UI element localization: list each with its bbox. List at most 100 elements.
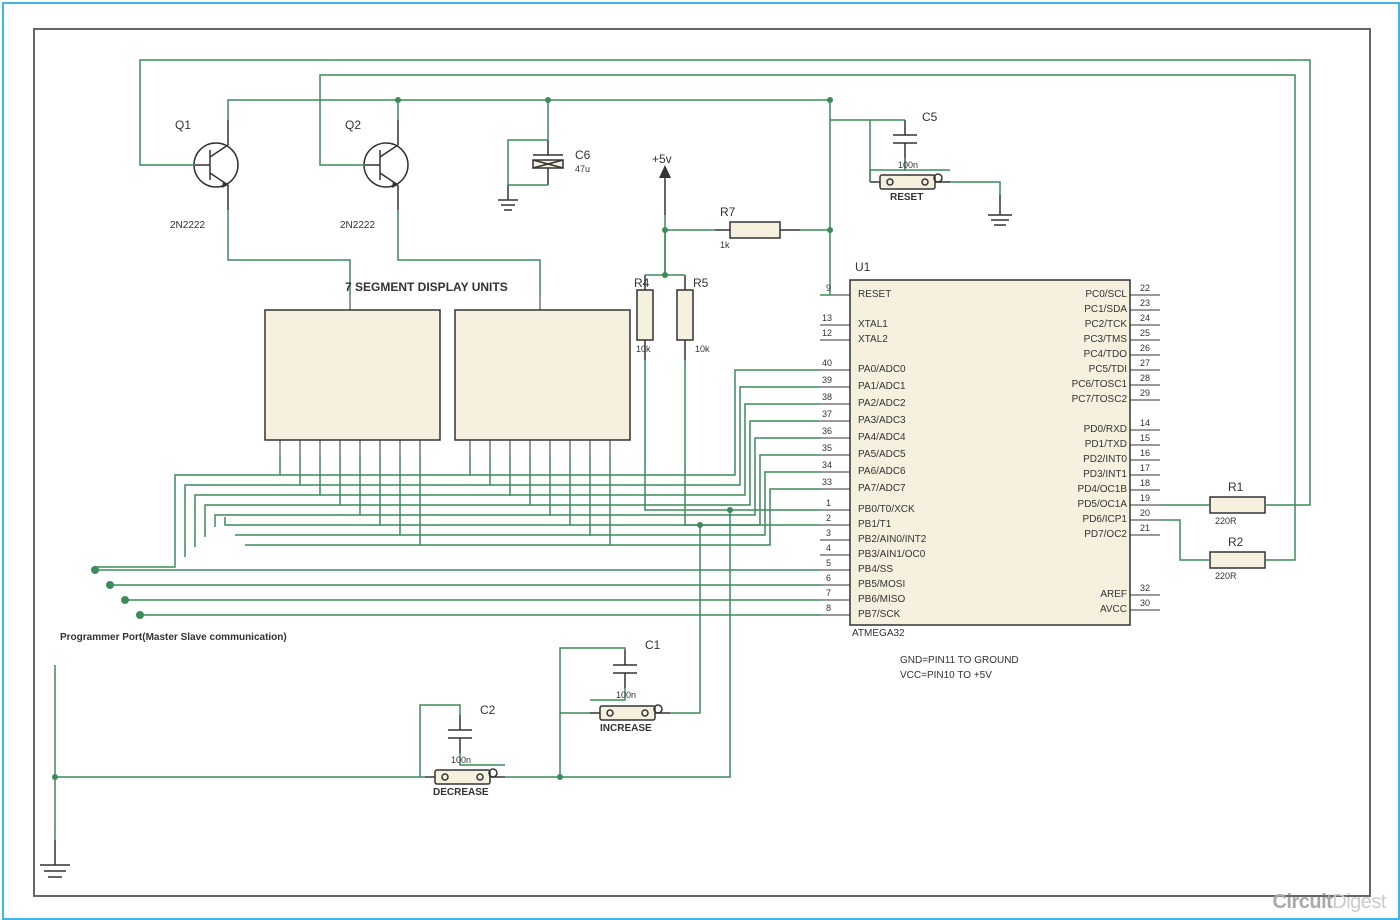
pin-PA2: PA2/ADC2	[858, 398, 906, 409]
r5-ref: R5	[693, 276, 708, 290]
pn37: 37	[822, 409, 832, 419]
r7-ref: R7	[720, 205, 735, 219]
pin-PD7: PD7/OC2	[1072, 529, 1127, 540]
button-decrease	[425, 769, 505, 784]
pn7: 7	[826, 588, 831, 598]
pn21: 21	[1140, 523, 1150, 533]
q1-type: 2N2222	[170, 220, 205, 231]
plus5v	[659, 165, 671, 215]
seg-right-pins	[470, 440, 610, 455]
pin-PD4: PD4/OC1B	[1065, 484, 1127, 495]
c1-ref: C1	[645, 638, 660, 652]
mcu-left-pins	[820, 295, 850, 615]
c5-val: 100n	[898, 160, 918, 170]
cap-c1	[613, 650, 637, 688]
c1-val: 100n	[616, 690, 636, 700]
gnd-note: GND=PIN11 TO GROUND	[900, 655, 1019, 666]
pn14: 14	[1140, 418, 1150, 428]
pin-PA1: PA1/ADC1	[858, 381, 906, 392]
pin-PA7: PA7/ADC7	[858, 483, 906, 494]
watermark: CircuitDigest	[1272, 891, 1386, 914]
res-r5	[677, 275, 693, 360]
button-increase	[590, 705, 670, 720]
pin-PB3: PB3/AIN1/OC0	[858, 549, 925, 560]
pin-PD2: PD2/INT0	[1072, 454, 1127, 465]
pn38: 38	[822, 392, 832, 402]
pn15: 15	[1140, 433, 1150, 443]
pin-PC6: PC6/TOSC1	[1058, 379, 1127, 390]
pin-PD3: PD3/INT1	[1072, 469, 1127, 480]
pn40: 40	[822, 358, 832, 368]
display-title: 7 SEGMENT DISPLAY UNITS	[345, 280, 508, 294]
pin-XTAL2: XTAL2	[858, 334, 888, 345]
decrease-label: DECREASE	[433, 787, 489, 798]
gnd-c6	[498, 185, 518, 210]
pn8: 8	[826, 603, 831, 613]
transistor-q2	[364, 120, 408, 210]
pin-RESET: RESET	[858, 289, 891, 300]
pin-PC0: PC0/SCL	[1072, 289, 1127, 300]
pn18: 18	[1140, 478, 1150, 488]
pin-PA6: PA6/ADC6	[858, 466, 906, 477]
res-r1	[1210, 497, 1265, 513]
res-r2	[1210, 552, 1265, 568]
reset-label: RESET	[890, 192, 923, 203]
pin-PB5: PB5/MOSI	[858, 579, 905, 590]
q2-type: 2N2222	[340, 220, 375, 231]
pn22: 22	[1140, 283, 1150, 293]
pn24: 24	[1140, 313, 1150, 323]
pin-PB2: PB2/AIN0/INT2	[858, 534, 926, 545]
pn26: 26	[1140, 343, 1150, 353]
pn3: 3	[826, 528, 831, 538]
pn13: 13	[822, 313, 832, 323]
pin-AREF: AREF	[1090, 589, 1127, 600]
pin-PC7: PC7/TOSC2	[1058, 394, 1127, 405]
pn6: 6	[826, 573, 831, 583]
watermark-suffix: Digest	[1332, 891, 1386, 913]
pn39: 39	[822, 375, 832, 385]
c6-val: 47u	[575, 164, 590, 174]
pin-PA0: PA0/ADC0	[858, 364, 906, 375]
pn17: 17	[1140, 463, 1150, 473]
r4-ref: R4	[634, 276, 649, 290]
pin-PA3: PA3/ADC3	[858, 415, 906, 426]
pn36: 36	[822, 426, 832, 436]
u1-part: ATMEGA32	[852, 628, 905, 639]
transistor-q1	[194, 120, 238, 210]
r1-ref: R1	[1228, 480, 1243, 494]
pn2: 2	[826, 513, 831, 523]
pin-PD6: PD6/ICP1	[1072, 514, 1127, 525]
pn23: 23	[1140, 298, 1150, 308]
r1-val: 220R	[1215, 516, 1237, 526]
r4-val: 10k	[636, 344, 651, 354]
vcc-note: VCC=PIN10 TO +5V	[900, 670, 992, 681]
pn28: 28	[1140, 373, 1150, 383]
pn25: 25	[1140, 328, 1150, 338]
v5: +5v	[652, 152, 672, 166]
schematic-canvas: U1 ATMEGA32 RESET XTAL1 XTAL2 PA0/ADC0 P…	[0, 0, 1400, 920]
seg-left-pins	[280, 440, 420, 455]
pn20: 20	[1140, 508, 1150, 518]
q2-ref: Q2	[345, 118, 361, 132]
pin-PC1: PC1/SDA	[1072, 304, 1127, 315]
c2-val: 100n	[451, 755, 471, 765]
pn32: 32	[1140, 583, 1150, 593]
pin-PB7: PB7/SCK	[858, 609, 900, 620]
q1-ref: Q1	[175, 118, 191, 132]
r7-val: 1k	[720, 240, 730, 250]
gnd-main	[40, 840, 70, 877]
watermark-brand: Circuit	[1272, 891, 1332, 913]
pin-PC3: PC3/TMS	[1072, 334, 1127, 345]
schematic-svg	[0, 0, 1400, 920]
pin-PB1: PB1/T1	[858, 519, 891, 530]
pn9: 9	[826, 283, 831, 293]
pin-PB0: PB0/T0/XCK	[858, 504, 915, 515]
pn19: 19	[1140, 493, 1150, 503]
pin-PB6: PB6/MISO	[858, 594, 905, 605]
r2-val: 220R	[1215, 571, 1237, 581]
pin-PD1: PD1/TXD	[1072, 439, 1127, 450]
pn1: 1	[826, 498, 831, 508]
pin-PC2: PC2/TCK	[1072, 319, 1127, 330]
pin-PD5: PD5/OC1A	[1065, 499, 1127, 510]
pin-XTAL1: XTAL1	[858, 319, 888, 330]
